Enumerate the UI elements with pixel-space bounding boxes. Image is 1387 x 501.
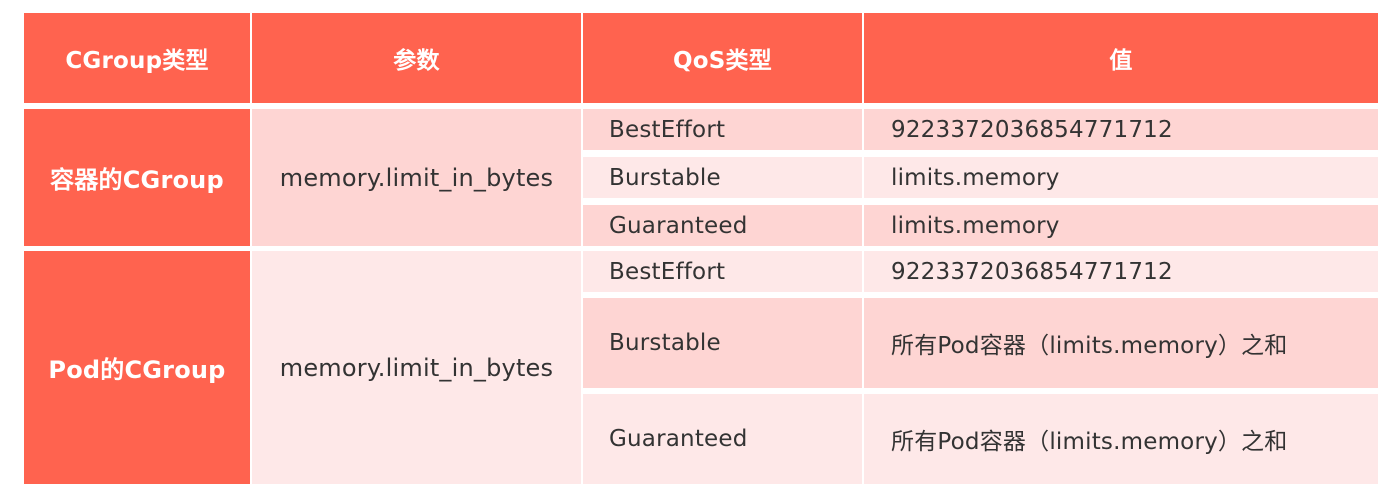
header-param: 参数 <box>252 13 581 103</box>
header-cgroup-type: CGroup类型 <box>24 13 250 103</box>
value-cell: 9223372036854771712 <box>864 251 1378 292</box>
qos-cell: Guaranteed <box>583 394 862 484</box>
param-cell-container: memory.limit_in_bytes <box>252 109 581 246</box>
qos-cell: BestEffort <box>583 109 862 150</box>
qos-cell: Burstable <box>583 157 862 198</box>
cgroup-label-pod: Pod的CGroup <box>24 251 250 484</box>
param-cell-pod: memory.limit_in_bytes <box>252 251 581 484</box>
value-cell: 所有Pod容器（limits.memory）之和 <box>864 394 1378 484</box>
value-cell: 9223372036854771712 <box>864 109 1378 150</box>
value-cell: 所有Pod容器（limits.memory）之和 <box>864 298 1378 388</box>
qos-cgroup-table: CGroup类型 参数 QoS类型 值 容器的CGroup memory.lim… <box>24 13 1378 484</box>
cgroup-label-container: 容器的CGroup <box>24 109 250 246</box>
value-cell: limits.memory <box>864 157 1378 198</box>
qos-cell: BestEffort <box>583 251 862 292</box>
header-value: 值 <box>864 13 1378 103</box>
qos-cell: Burstable <box>583 298 862 388</box>
value-cell: limits.memory <box>864 205 1378 246</box>
qos-cell: Guaranteed <box>583 205 862 246</box>
header-qos-type: QoS类型 <box>583 13 862 103</box>
